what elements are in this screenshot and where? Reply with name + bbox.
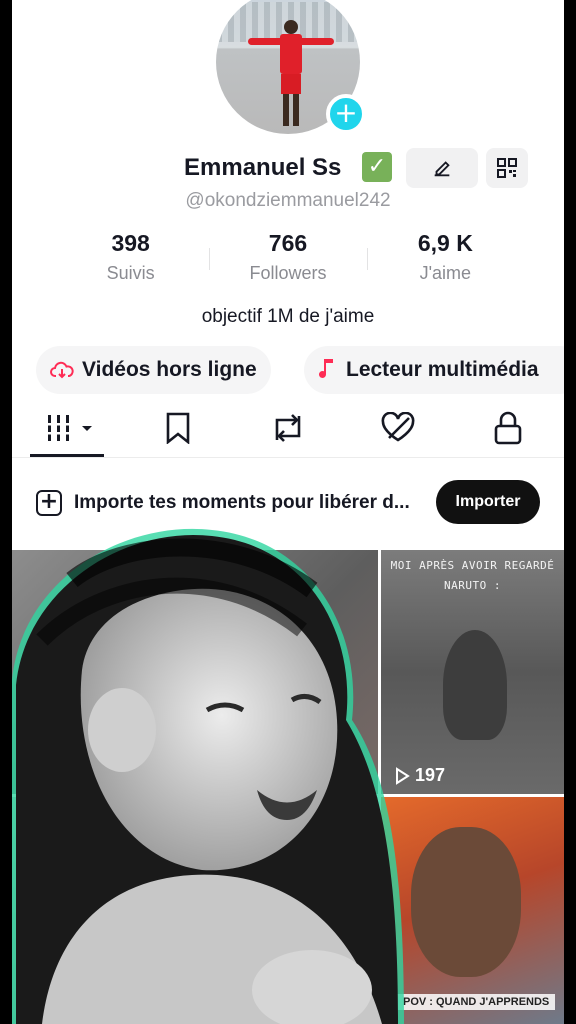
baby-sticker-image bbox=[12, 528, 404, 1024]
offline-videos-label: Vidéos hors ligne bbox=[82, 358, 257, 381]
import-banner-text: Importe tes moments pour libérer d... bbox=[74, 492, 410, 513]
username-handle: @okondziemmanuel242 bbox=[185, 190, 391, 211]
stat-value: 398 bbox=[111, 230, 150, 256]
stat-label: Followers bbox=[249, 263, 327, 283]
profile-stats: 398 Suivis 766 Followers 6,9 K J'aime bbox=[52, 230, 524, 290]
stat-label: Suivis bbox=[106, 263, 155, 283]
grid-bars-icon bbox=[46, 415, 92, 441]
stat-label: J'aime bbox=[419, 263, 472, 283]
stat-followers[interactable]: 766 Followers bbox=[209, 230, 366, 290]
offline-videos-button[interactable]: Vidéos hors ligne bbox=[36, 346, 271, 394]
media-player-button[interactable]: Lecteur multimédia bbox=[304, 346, 564, 394]
pencil-icon bbox=[434, 161, 450, 177]
cloud-download-icon bbox=[50, 360, 74, 380]
qr-code-button[interactable] bbox=[486, 148, 528, 188]
tab-videos[interactable] bbox=[42, 406, 102, 450]
video-thumbnail[interactable]: POV : QUAND J'APPRENDS bbox=[381, 797, 564, 1024]
edit-profile-button[interactable] bbox=[406, 148, 478, 188]
tab-reposts[interactable] bbox=[262, 406, 314, 450]
check-mark-icon: ✓ bbox=[362, 152, 392, 182]
tab-private[interactable] bbox=[482, 406, 534, 450]
add-story-plus-icon[interactable]: + bbox=[326, 94, 366, 134]
video-caption: POV : QUAND J'APPRENDS bbox=[397, 994, 556, 1010]
stat-value: 766 bbox=[268, 230, 308, 256]
display-name: Emmanuel Ss bbox=[184, 154, 342, 181]
stat-following[interactable]: 398 Suivis bbox=[52, 230, 209, 290]
media-player-label: Lecteur multimédia bbox=[346, 358, 539, 381]
add-box-icon: + bbox=[36, 490, 62, 516]
repost-icon bbox=[275, 414, 301, 442]
video-caption: MOI APRÈS AVOIR REGARDÉ NARUTO : bbox=[390, 559, 555, 592]
hidden-heart-icon bbox=[381, 412, 415, 442]
name-row: Emmanuel Ss ✓ bbox=[12, 148, 564, 190]
avatar[interactable]: + bbox=[216, 0, 366, 134]
profile-screen: + Emmanuel Ss ✓ @okondziemmanuel242 398 … bbox=[12, 0, 564, 1024]
lock-icon bbox=[494, 411, 522, 445]
bookmark-icon bbox=[166, 412, 190, 444]
import-button[interactable]: Importer bbox=[436, 480, 540, 524]
profile-bio: objectif 1M de j'aime bbox=[201, 306, 375, 327]
tab-saved[interactable] bbox=[152, 406, 204, 450]
view-count-value: 197 bbox=[415, 765, 446, 785]
profile-tabs bbox=[12, 400, 564, 458]
video-thumbnail[interactable]: MOI APRÈS AVOIR REGARDÉ NARUTO : 197 bbox=[381, 550, 564, 794]
stat-likes[interactable]: 6,9 K J'aime bbox=[366, 230, 524, 290]
music-note-icon bbox=[318, 358, 338, 382]
tab-liked[interactable] bbox=[372, 406, 424, 450]
active-tab-indicator bbox=[30, 454, 104, 457]
qr-code-icon bbox=[497, 158, 517, 178]
stat-value: 6,9 K bbox=[417, 230, 473, 256]
